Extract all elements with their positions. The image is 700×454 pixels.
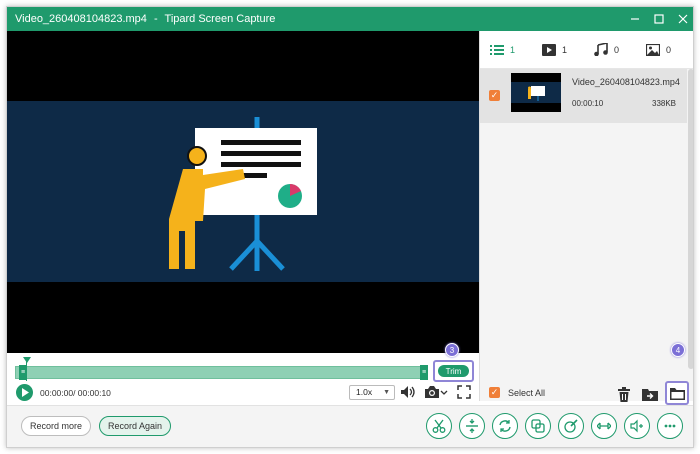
step-badge-trim: 3 bbox=[445, 343, 459, 357]
select-all[interactable]: ✓ Select All bbox=[489, 387, 545, 398]
minimize-button[interactable] bbox=[623, 7, 647, 31]
maximize-button[interactable] bbox=[647, 7, 671, 31]
file-name: Video_260408104823.mp4 bbox=[572, 77, 680, 87]
play-icon bbox=[21, 388, 29, 397]
file-duration: 00:00:10 bbox=[572, 99, 604, 108]
presentation-illustration bbox=[169, 117, 317, 271]
window-app-name: Tipard Screen Capture bbox=[164, 13, 276, 25]
image-icon bbox=[646, 43, 660, 56]
title-bar: Video_260408104823.mp4 - Tipard Screen C… bbox=[7, 7, 693, 31]
cut-button[interactable] bbox=[426, 413, 452, 439]
title-separator: - bbox=[153, 13, 158, 25]
close-icon bbox=[678, 14, 688, 24]
window-filename: Video_260408104823.mp4 bbox=[15, 13, 147, 25]
minimize-icon bbox=[631, 18, 639, 20]
compress-icon bbox=[597, 422, 611, 430]
trash-icon bbox=[618, 386, 630, 402]
more-tools-button[interactable] bbox=[657, 413, 683, 439]
window-title: Video_260408104823.mp4 - Tipard Screen C… bbox=[15, 13, 275, 25]
tab-video-list-count: 1 bbox=[510, 44, 516, 55]
folder-export-icon bbox=[642, 389, 658, 401]
folder-icon bbox=[669, 387, 685, 400]
trim-highlight: Trim bbox=[433, 360, 474, 382]
tab-video[interactable]: 1 bbox=[542, 43, 584, 56]
select-all-checkbox[interactable]: ✓ bbox=[489, 387, 500, 398]
chevron-down-icon: ▼ bbox=[383, 389, 390, 396]
trim-end-handle[interactable]: ≡ bbox=[420, 365, 428, 380]
file-checkbox[interactable]: ✓ bbox=[489, 90, 500, 101]
rotate-icon bbox=[499, 420, 511, 432]
speed-select[interactable]: 1.0x ▼ bbox=[349, 385, 395, 400]
fullscreen-icon bbox=[457, 385, 471, 399]
video-frame bbox=[7, 101, 479, 282]
volume-icon bbox=[401, 386, 415, 398]
volume-button[interactable] bbox=[400, 384, 416, 400]
trim-button[interactable]: Trim bbox=[438, 365, 469, 377]
file-list-scrollbar[interactable] bbox=[688, 69, 693, 369]
compress-button[interactable] bbox=[591, 413, 617, 439]
merge-button[interactable] bbox=[525, 413, 551, 439]
timeline-track[interactable] bbox=[15, 366, 427, 379]
playhead-line bbox=[26, 361, 27, 381]
volume-adjust-button[interactable] bbox=[624, 413, 650, 439]
edit-icon bbox=[564, 419, 578, 433]
tab-image[interactable]: 0 bbox=[646, 43, 688, 56]
playhead-marker[interactable] bbox=[23, 357, 31, 363]
tab-image-count: 0 bbox=[666, 44, 672, 55]
rotate-button[interactable] bbox=[492, 413, 518, 439]
maximize-icon bbox=[654, 14, 664, 24]
record-again-button[interactable]: Record Again bbox=[99, 416, 171, 436]
music-note-icon bbox=[594, 43, 608, 56]
open-folder-button[interactable] bbox=[665, 381, 689, 405]
tab-audio[interactable]: 0 bbox=[594, 43, 636, 56]
bottom-toolbar: Record more Record Again bbox=[7, 405, 693, 447]
video-player[interactable] bbox=[7, 31, 479, 353]
playback-time: 00:00:00/ 00:00:10 bbox=[40, 388, 111, 398]
speed-value: 1.0x bbox=[356, 387, 373, 397]
record-more-button[interactable]: Record more bbox=[21, 416, 91, 436]
media-library-panel: 1 1 0 0 ✓ Video_260408104823.mp4 00:00:1… bbox=[479, 31, 693, 401]
file-thumbnail bbox=[511, 73, 561, 112]
step-badge-folder: 4 bbox=[671, 343, 685, 357]
media-tabs: 1 1 0 0 bbox=[480, 31, 693, 69]
camera-icon bbox=[425, 386, 448, 398]
file-list-item[interactable]: ✓ Video_260408104823.mp4 00:00:10 338KB bbox=[480, 69, 687, 123]
delete-button[interactable] bbox=[613, 383, 635, 405]
file-size: 338KB bbox=[652, 99, 677, 108]
select-all-label: Select All bbox=[508, 387, 546, 398]
play-button[interactable] bbox=[16, 384, 33, 401]
close-button[interactable] bbox=[671, 7, 693, 31]
more-icon bbox=[664, 424, 676, 428]
fullscreen-button[interactable] bbox=[457, 384, 471, 400]
tab-video-count: 1 bbox=[562, 44, 568, 55]
snapshot-button[interactable] bbox=[424, 384, 448, 400]
volume-adjust-icon bbox=[630, 419, 643, 433]
playback-controls: 00:00:00/ 00:00:10 1.0x ▼ bbox=[7, 381, 479, 405]
split-icon bbox=[466, 419, 478, 433]
thumbnail-illustration bbox=[528, 86, 545, 101]
tab-audio-count: 0 bbox=[614, 44, 620, 55]
edit-button[interactable] bbox=[558, 413, 584, 439]
list-icon bbox=[490, 44, 504, 55]
cut-icon bbox=[432, 419, 446, 433]
merge-icon bbox=[531, 419, 545, 433]
app-window: Video_260408104823.mp4 - Tipard Screen C… bbox=[6, 6, 694, 448]
tab-video-list[interactable]: 1 bbox=[490, 44, 532, 56]
play-box-icon bbox=[542, 43, 556, 56]
export-folder-button[interactable] bbox=[639, 383, 661, 405]
split-button[interactable] bbox=[459, 413, 485, 439]
